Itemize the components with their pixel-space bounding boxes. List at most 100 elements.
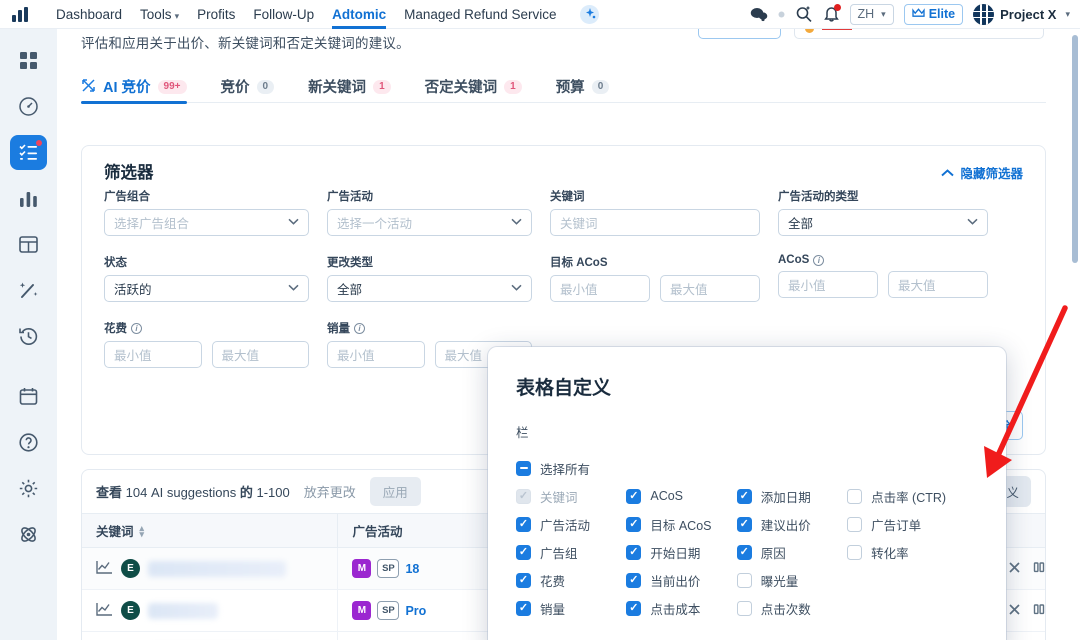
pause-icon[interactable] bbox=[1032, 602, 1046, 619]
column-option-row[interactable]: 当前出价 bbox=[626, 566, 736, 594]
filter-text-input[interactable]: 关键词 bbox=[550, 209, 760, 236]
apply-button[interactable]: 应用 bbox=[370, 477, 421, 506]
column-checkbox[interactable] bbox=[737, 545, 752, 560]
hide-filters-toggle[interactable]: 隐藏筛选器 bbox=[941, 163, 1023, 182]
search-sparkle-icon[interactable] bbox=[795, 5, 813, 23]
column-option-row[interactable]: 点击率 (CTR) bbox=[847, 482, 978, 510]
column-checkbox[interactable] bbox=[737, 517, 752, 532]
filter-select[interactable]: 全部 bbox=[778, 209, 988, 236]
tab-1[interactable]: 竞价0 bbox=[221, 71, 291, 103]
range-max-input[interactable]: 最大值 bbox=[212, 341, 310, 368]
column-option-row[interactable]: 点击成本 bbox=[626, 594, 736, 622]
tab-0[interactable]: AI 竞价99+ bbox=[81, 71, 203, 103]
filter-select[interactable]: 选择一个活动 bbox=[327, 209, 532, 236]
marketplace-badge: M bbox=[352, 559, 371, 578]
campaign-link[interactable]: Pro bbox=[405, 604, 426, 618]
column-checkbox[interactable] bbox=[516, 601, 531, 616]
sidebar-item-calendar[interactable] bbox=[10, 379, 47, 414]
column-checkbox[interactable] bbox=[626, 601, 641, 616]
tab-3[interactable]: 否定关键词1 bbox=[425, 71, 538, 103]
range-min-input[interactable]: 最小值 bbox=[778, 271, 878, 298]
range-min-input[interactable]: 最小值 bbox=[550, 275, 650, 302]
partial-control-strip-top[interactable] bbox=[794, 29, 1044, 39]
column-checkbox[interactable] bbox=[847, 517, 862, 532]
nav-link-adtomic[interactable]: Adtomic bbox=[332, 0, 386, 29]
range-min-input[interactable]: 最小值 bbox=[104, 341, 202, 368]
app-logo-bars-icon[interactable] bbox=[12, 7, 40, 22]
column-option-row[interactable]: 开始日期 bbox=[626, 538, 736, 566]
column-checkbox[interactable] bbox=[516, 573, 531, 588]
column-checkbox[interactable] bbox=[626, 573, 641, 588]
select-all-row[interactable]: 选择所有 bbox=[516, 454, 978, 482]
project-selector[interactable]: Project X ▾ bbox=[973, 4, 1070, 25]
pause-icon[interactable] bbox=[1032, 560, 1046, 577]
nav-link-dashboard[interactable]: Dashboard bbox=[56, 0, 122, 29]
column-checkbox[interactable] bbox=[737, 573, 752, 588]
column-checkbox[interactable] bbox=[626, 517, 641, 532]
filter-select[interactable]: 全部 bbox=[327, 275, 532, 302]
column-option-row[interactable]: ACoS bbox=[626, 482, 736, 510]
bell-icon[interactable] bbox=[823, 5, 840, 23]
column-option-row[interactable]: 转化率 bbox=[847, 538, 978, 566]
select-all-checkbox[interactable] bbox=[516, 461, 531, 476]
column-checkbox[interactable] bbox=[737, 489, 752, 504]
column-option-row[interactable]: 曝光量 bbox=[737, 566, 847, 594]
column-checkbox[interactable] bbox=[737, 601, 752, 616]
range-max-input[interactable]: 最大值 bbox=[660, 275, 760, 302]
range-max-input[interactable]: 最大值 bbox=[888, 271, 988, 298]
sidebar-item-magic-wand[interactable] bbox=[10, 273, 47, 308]
line-chart-icon[interactable] bbox=[96, 602, 113, 619]
column-option-row[interactable]: 原因 bbox=[737, 538, 847, 566]
discard-changes-link[interactable]: 放弃更改 bbox=[304, 482, 356, 501]
language-selector[interactable]: ZH ▾ bbox=[850, 4, 894, 25]
nav-link-follow-up[interactable]: Follow-Up bbox=[253, 0, 314, 29]
tab-4[interactable]: 预算0 bbox=[556, 71, 626, 103]
input-placeholder: 选择广告组合 bbox=[114, 213, 189, 232]
nav-link-tools[interactable]: Tools▾ bbox=[140, 0, 179, 29]
sidebar-item-atom[interactable] bbox=[10, 517, 47, 552]
nav-link-profits[interactable]: Profits bbox=[197, 0, 235, 29]
column-option-row[interactable]: 广告活动 bbox=[516, 510, 626, 538]
sidebar-item-gauge[interactable] bbox=[10, 89, 47, 124]
column-checkbox[interactable] bbox=[516, 545, 531, 560]
column-option-row[interactable]: 添加日期 bbox=[737, 482, 847, 510]
sidebar-item-help-circle[interactable] bbox=[10, 425, 47, 460]
input-placeholder: 选择一个活动 bbox=[337, 213, 412, 232]
chat-bubbles-icon[interactable] bbox=[750, 6, 768, 22]
column-checkbox[interactable] bbox=[626, 489, 641, 504]
sidebar-item-apps-grid[interactable] bbox=[10, 43, 47, 78]
elite-badge-button[interactable]: Elite bbox=[904, 4, 963, 25]
sidebar-item-checklist[interactable] bbox=[10, 135, 47, 170]
x-icon[interactable] bbox=[1007, 602, 1022, 620]
filter-select[interactable]: 活跃的 bbox=[104, 275, 309, 302]
column-checkbox[interactable] bbox=[847, 545, 862, 560]
column-option-row[interactable]: 广告组 bbox=[516, 538, 626, 566]
sidebar-item-history[interactable] bbox=[10, 319, 47, 354]
line-chart-icon[interactable] bbox=[96, 560, 113, 577]
campaign-link[interactable]: 18 bbox=[405, 562, 419, 576]
nav-link-managed-refund-service[interactable]: Managed Refund Service bbox=[404, 0, 556, 29]
column-option-row[interactable]: 广告订单 bbox=[847, 510, 978, 538]
sidebar-item-gear[interactable] bbox=[10, 471, 47, 506]
info-icon[interactable]: i bbox=[813, 255, 824, 266]
vertical-scrollbar-thumb[interactable] bbox=[1072, 35, 1078, 263]
x-icon[interactable] bbox=[1007, 560, 1022, 578]
range-min-input[interactable]: 最小值 bbox=[327, 341, 425, 368]
column-option-row[interactable]: 目标 ACoS bbox=[626, 510, 736, 538]
sidebar-item-table[interactable] bbox=[10, 227, 47, 262]
column-checkbox[interactable] bbox=[847, 489, 862, 504]
column-option-row[interactable]: 销量 bbox=[516, 594, 626, 622]
info-icon[interactable]: i bbox=[354, 323, 365, 334]
sparkle-icon[interactable] bbox=[580, 5, 599, 24]
column-option-row[interactable]: 点击次数 bbox=[737, 594, 847, 622]
column-checkbox[interactable] bbox=[516, 517, 531, 532]
tab-2[interactable]: 新关键词1 bbox=[308, 71, 407, 103]
info-icon[interactable]: i bbox=[131, 323, 142, 334]
column-checkbox[interactable] bbox=[626, 545, 641, 560]
table-header-keyword[interactable]: 关键词 ▴▾ bbox=[82, 514, 337, 547]
filter-select[interactable]: 选择广告组合 bbox=[104, 209, 309, 236]
column-option-row[interactable]: 花费 bbox=[516, 566, 626, 594]
partial-outlined-control-top[interactable] bbox=[698, 29, 781, 39]
sidebar-item-bar-chart[interactable] bbox=[10, 181, 47, 216]
column-option-row[interactable]: 建议出价 bbox=[737, 510, 847, 538]
